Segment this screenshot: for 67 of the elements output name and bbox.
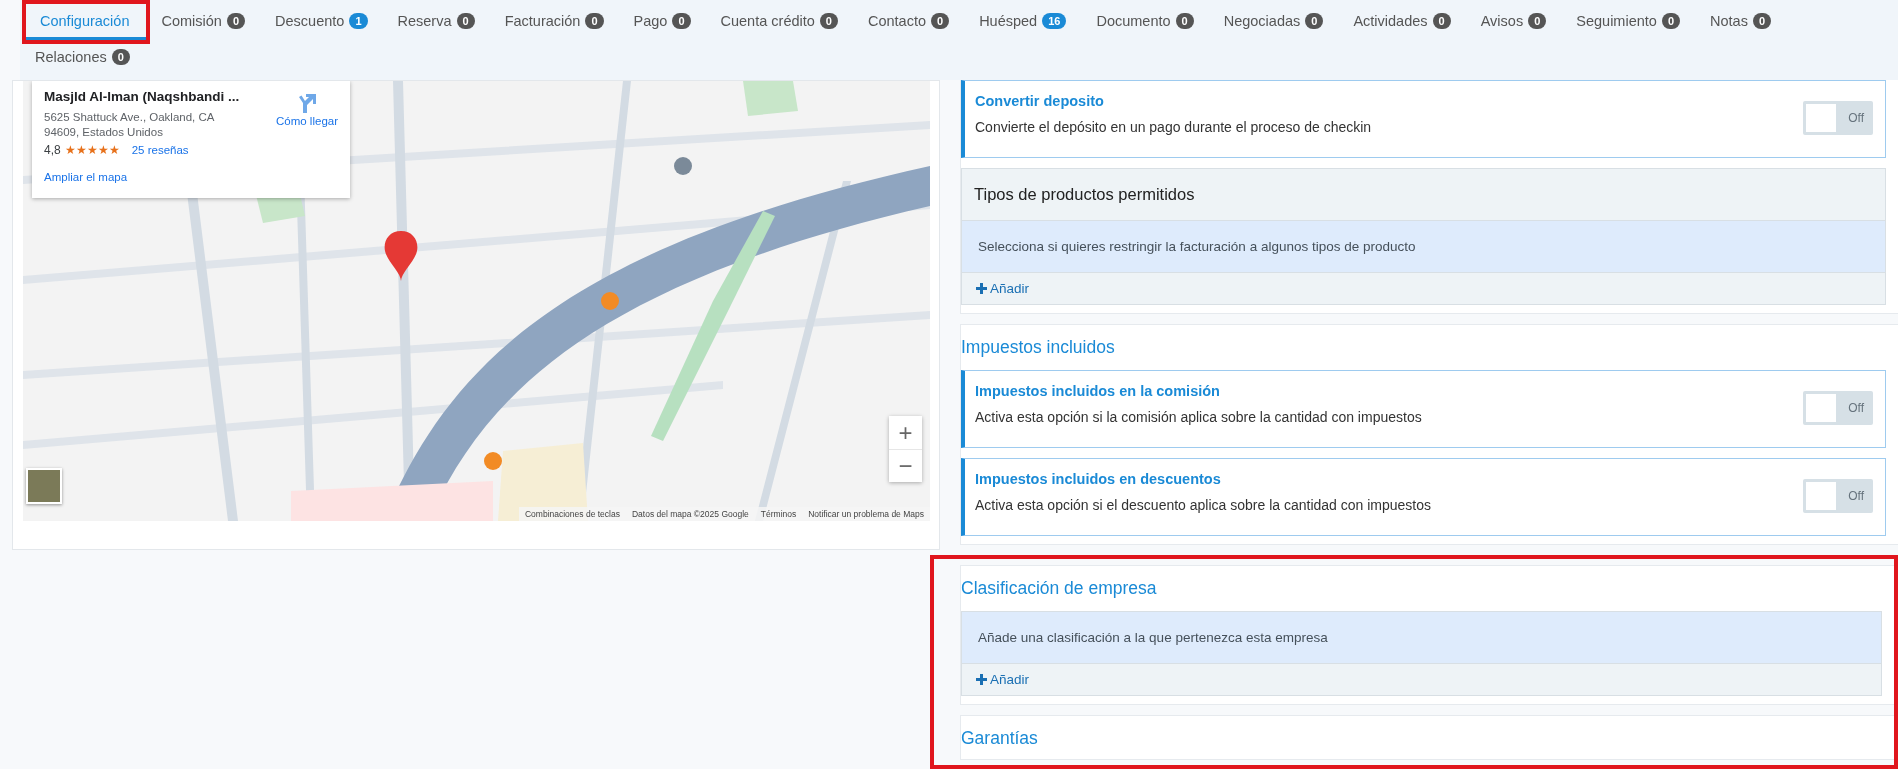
enlarge-map-link[interactable]: Ampliar el mapa: [44, 170, 128, 183]
tab[interactable]: Huésped 16: [979, 4, 1082, 40]
plus-icon: [976, 283, 987, 294]
star-icon: ★: [86, 143, 98, 156]
count-label: 0: [1305, 12, 1324, 29]
star-icon: ★: [64, 143, 76, 156]
plus-icon: [976, 674, 987, 685]
count-label: 0: [226, 12, 246, 29]
directions-icon: [297, 91, 317, 113]
option-description: Activa esta opción si el descuento aplica sobre la cantidad con impuestos: [975, 497, 1432, 513]
section-title: Garantías: [961, 727, 1039, 750]
toggle-switch[interactable]: Off: [1803, 101, 1873, 135]
option-title: Impuestos incluidos en la comisión: [975, 383, 1221, 399]
map-attribution-link[interactable]: Combinaciones de teclas: [518, 509, 626, 519]
map-attribution-link[interactable]: Notificar un problema de Maps: [802, 509, 930, 519]
tab[interactable]: Actividades 0: [1353, 4, 1466, 40]
directions-link[interactable]: Cómo llegar: [276, 91, 338, 127]
toggle-switch[interactable]: Off: [1803, 479, 1873, 513]
count-label: 1: [349, 12, 368, 29]
satellite-thumbnail[interactable]: [26, 468, 62, 504]
option-description: Convierte el depósito en un pago durante el proceso de checkin: [975, 119, 1372, 135]
star-icon: ★: [75, 143, 87, 156]
zoom-in-button[interactable]: +: [889, 416, 922, 449]
section-title: Impuestos incluidos: [961, 336, 1116, 359]
empty-message: Selecciona si quieres restringir la facturación a algunos tipos de producto: [962, 221, 1885, 273]
place-address: 5625 Shattuck Ave., Oakland, CA 94609, Estados Unidos: [44, 110, 214, 140]
tab[interactable]: Facturación 0: [504, 4, 619, 40]
tab[interactable]: Documento 0: [1096, 4, 1209, 40]
tab[interactable]: Pago 0: [633, 4, 706, 40]
tab[interactable]: Relaciones 0: [35, 40, 145, 76]
tab[interactable]: Notas 0: [1710, 4, 1786, 40]
map-attribution-link[interactable]: Datos del mapa ©2025 Google: [625, 509, 755, 519]
count-label: 0: [1432, 12, 1451, 29]
reviews-link[interactable]: 25 reseñas: [131, 143, 189, 156]
rating-value: 4,8: [44, 142, 61, 157]
count-label: 0: [585, 12, 604, 29]
count-label: 0: [111, 48, 130, 65]
add-button[interactable]: Añadir: [962, 273, 1044, 304]
tab[interactable]: Descuento 1: [275, 4, 383, 40]
section-title: Clasificación de empresa: [961, 577, 1158, 600]
count-label: 0: [672, 12, 691, 29]
tab[interactable]: Seguimiento 0: [1576, 4, 1695, 40]
count-label: 16: [1042, 12, 1067, 29]
count-label: 0: [931, 12, 950, 29]
tab[interactable]: Contacto 0: [867, 4, 965, 40]
add-button[interactable]: Añadir: [962, 664, 1044, 695]
toggle-switch[interactable]: Off: [1803, 391, 1873, 425]
tab[interactable]: Reserva 0: [397, 4, 490, 40]
tab[interactable]: Avisos 0: [1480, 4, 1562, 40]
place-name: Masjld Al-Iman (Naqshbandi ...: [44, 89, 241, 104]
count-label: 0: [819, 12, 838, 29]
option-title: Convertir deposito: [975, 93, 1105, 109]
map-attribution-link[interactable]: Términos: [754, 509, 803, 519]
count-label: 0: [1528, 12, 1547, 29]
star-icon: ★: [108, 143, 120, 156]
tab[interactable]: Comisión 0: [161, 4, 261, 40]
empty-message: Añade una clasificación a la que pertenezca esta empresa: [962, 612, 1881, 664]
count-label: 0: [1661, 12, 1680, 29]
count-label: 0: [1752, 12, 1771, 29]
zoom-out-button[interactable]: −: [889, 449, 922, 482]
option-description: Activa esta opción si la comisión aplica sobre la cantidad con impuestos: [975, 409, 1422, 425]
tab[interactable]: Cuenta crédito 0: [720, 4, 853, 40]
count-label: 0: [456, 12, 475, 29]
tab[interactable]: Negociadas 0: [1223, 4, 1339, 40]
option-title: Impuestos incluidos en descuentos: [975, 471, 1222, 487]
count-label: 0: [1175, 12, 1194, 29]
star-icon: ★: [97, 143, 109, 156]
